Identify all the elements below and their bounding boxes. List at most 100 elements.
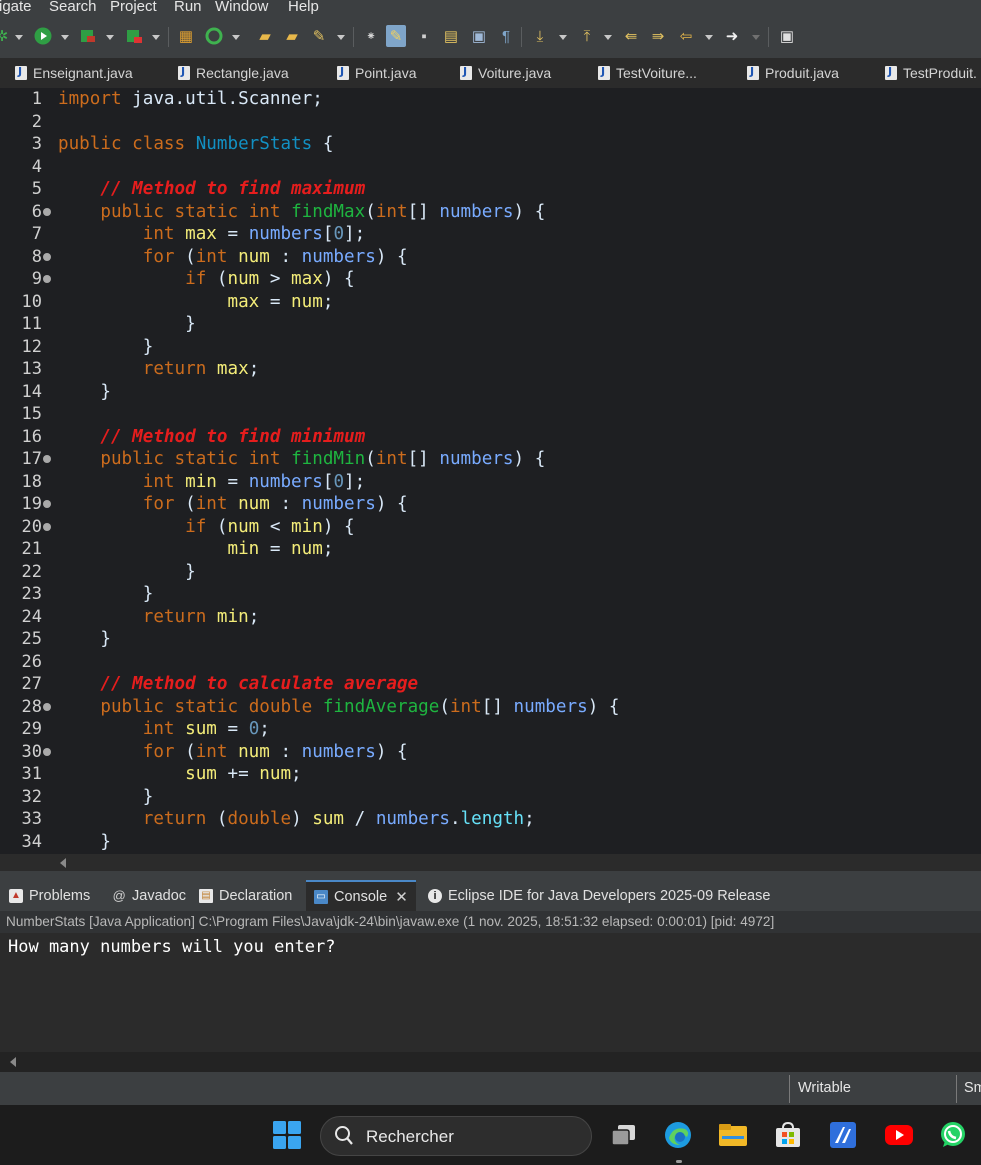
tab-problems[interactable]: ▲ Problems xyxy=(9,880,90,911)
tab-enseignant[interactable]: Enseignant.java xyxy=(15,58,133,88)
tab-label: Enseignant.java xyxy=(33,65,133,81)
run-dropdown[interactable] xyxy=(61,35,69,40)
paragraph-icon[interactable]: ¶ xyxy=(496,25,516,47)
new-java-package-icon[interactable]: ▦ xyxy=(176,25,196,47)
word-wrap-icon[interactable]: ▤ xyxy=(441,25,461,47)
next-annotation-icon[interactable]: ⤓ xyxy=(530,25,550,47)
toggle-mark-occurrences-icon[interactable]: ✎ xyxy=(386,25,406,47)
line-number: 8 xyxy=(31,246,42,267)
line-number: 27 xyxy=(21,674,42,694)
last-edit-location-icon[interactable]: ⇚ xyxy=(621,25,641,47)
tab-declaration[interactable]: ▤ Declaration xyxy=(199,880,292,911)
code-line: sum += num; xyxy=(58,763,302,786)
next-annotation-dropdown[interactable] xyxy=(559,35,567,40)
eclipse-launcher-icon[interactable] xyxy=(827,1119,859,1151)
tab-point[interactable]: Point.java xyxy=(337,58,416,88)
edge-icon[interactable] xyxy=(662,1119,694,1151)
fold-toggle-icon[interactable] xyxy=(43,500,51,508)
debug-dropdown[interactable] xyxy=(15,35,23,40)
fold-toggle-icon[interactable] xyxy=(43,275,51,283)
search-dropdown[interactable] xyxy=(337,35,345,40)
scroll-left-icon[interactable] xyxy=(10,1057,16,1067)
code-line: if (num > max) { xyxy=(58,268,355,291)
previous-annotation-icon[interactable]: ⤒ xyxy=(577,25,597,47)
menu-window[interactable]: Window xyxy=(215,0,268,15)
forward-icon[interactable]: ➜ xyxy=(722,25,742,47)
fold-toggle-icon[interactable] xyxy=(43,702,51,711)
previous-annotation-dropdown[interactable] xyxy=(604,35,612,40)
scroll-left-icon[interactable] xyxy=(60,858,66,868)
fold-toggle-icon[interactable] xyxy=(43,522,51,531)
fold-toggle-icon[interactable] xyxy=(43,252,51,261)
menu-run[interactable]: Run xyxy=(174,0,202,15)
code-line: return (double) sum / numbers.length; xyxy=(58,808,535,831)
code-token: ; xyxy=(259,719,270,739)
toggle-block-selection-icon[interactable]: ▪ xyxy=(414,25,434,47)
youtube-icon[interactable] xyxy=(883,1119,915,1151)
console-output-area[interactable]: How many numbers will you enter? xyxy=(0,933,981,1052)
start-icon[interactable] xyxy=(271,1119,303,1151)
code-token: numbers xyxy=(375,809,450,829)
tab-voiture[interactable]: Voiture.java xyxy=(460,58,551,88)
search-icon[interactable]: ✎ xyxy=(309,25,329,47)
menu-navigate[interactable]: igate xyxy=(0,0,32,15)
run-coverage-icon[interactable] xyxy=(78,25,98,47)
whatsapp-icon[interactable] xyxy=(937,1119,969,1151)
code-line: public static int findMax(int[] numbers)… xyxy=(58,201,545,224)
editor-horizontal-scrollbar[interactable] xyxy=(0,854,981,871)
back-icon[interactable]: ⇦ xyxy=(676,25,696,47)
menu-project[interactable]: Project xyxy=(110,0,157,15)
tab-javadoc[interactable]: @ Javadoc xyxy=(112,880,186,911)
next-edit-location-icon[interactable]: ⇛ xyxy=(648,25,668,47)
external-tools-dropdown[interactable] xyxy=(152,35,160,40)
insert-mode-status: Sm xyxy=(964,1080,981,1096)
debug-icon[interactable]: ✲ xyxy=(0,25,12,47)
new-java-class-icon[interactable] xyxy=(204,25,224,47)
menu-bar: igate Search Project Run Window Help xyxy=(0,0,981,17)
task-view-icon[interactable] xyxy=(608,1119,640,1151)
code-token: += xyxy=(216,764,260,784)
taskbar-search[interactable]: Rechercher xyxy=(320,1116,592,1156)
show-whitespace-icon[interactable]: ▣ xyxy=(469,25,489,47)
code-token: int xyxy=(375,201,408,222)
coverage-dropdown[interactable] xyxy=(106,35,114,40)
console-horizontal-scrollbar[interactable] xyxy=(0,1052,981,1072)
line-number: 33 xyxy=(21,809,42,829)
line-number: 30 xyxy=(21,741,42,762)
menu-help[interactable]: Help xyxy=(288,0,319,15)
close-icon[interactable]: ✕ xyxy=(395,888,408,906)
tab-console[interactable]: ▭ Console ✕ xyxy=(306,880,416,911)
new-dropdown[interactable] xyxy=(232,35,240,40)
code-token: . xyxy=(449,809,461,829)
code-editor[interactable]: 1 2 3 4 5 6 7 8 9 10 11 12 13 14 15 16 17 18 19 20 21 22 23 24 2… xyxy=(0,88,981,854)
toggle-breadcrumb-icon[interactable]: ⁕ xyxy=(361,25,381,47)
open-perspective-icon[interactable]: ▣ xyxy=(777,25,797,47)
menu-search[interactable]: Search xyxy=(49,0,97,15)
forward-dropdown[interactable] xyxy=(752,35,760,40)
code-token: num xyxy=(238,246,270,267)
tab-testvoiture[interactable]: TestVoiture... xyxy=(598,58,697,88)
code-token: int xyxy=(375,449,408,469)
line-number: 24 xyxy=(21,606,42,627)
back-dropdown[interactable] xyxy=(705,35,713,40)
fold-toggle-icon[interactable] xyxy=(43,455,51,463)
tab-produit[interactable]: Produit.java xyxy=(747,58,839,88)
tab-eclipse-info[interactable]: i Eclipse IDE for Java Developers 2025-09… xyxy=(428,880,770,911)
tab-testproduit[interactable]: TestProduit. xyxy=(885,58,977,88)
fold-toggle-icon[interactable] xyxy=(43,207,51,216)
open-task-icon[interactable]: ▰ xyxy=(282,25,302,47)
code-token: num xyxy=(227,269,260,289)
tab-rectangle[interactable]: Rectangle.java xyxy=(178,58,289,88)
open-type-icon[interactable]: ▰ xyxy=(255,25,275,47)
file-explorer-icon[interactable] xyxy=(717,1119,749,1151)
external-tools-icon[interactable] xyxy=(124,25,144,47)
run-icon[interactable] xyxy=(33,25,53,47)
line-number: 6 xyxy=(31,201,42,222)
microsoft-store-icon[interactable] xyxy=(772,1119,804,1151)
fold-toggle-icon[interactable] xyxy=(43,747,51,756)
